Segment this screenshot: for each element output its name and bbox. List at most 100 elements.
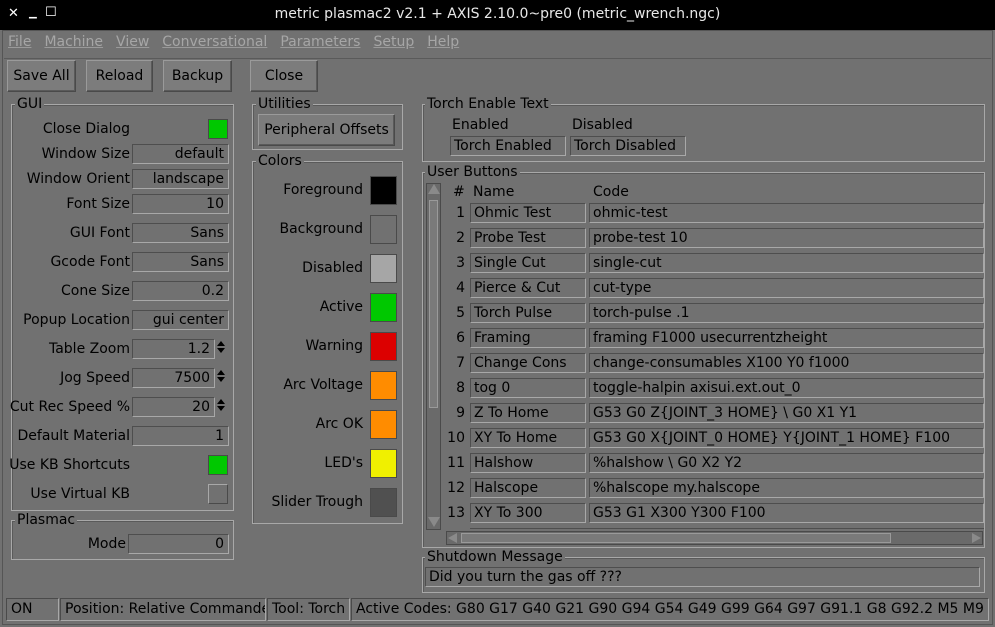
cone-size-field[interactable]: 0.2 bbox=[132, 281, 229, 301]
header-code: Code bbox=[593, 184, 629, 200]
gcode-font-field[interactable]: Sans bbox=[132, 252, 229, 272]
menu-setup[interactable]: Setup bbox=[373, 34, 414, 50]
button-code-field[interactable]: G53 G0 Z{JOINT_3 HOME} \ G0 X1 Y1 bbox=[589, 403, 984, 423]
menu-bar: File Machine View Conversational Parameters S… bbox=[8, 34, 472, 54]
button-name-field[interactable]: Framing bbox=[470, 328, 586, 348]
button-name-field[interactable]: Z To Home bbox=[470, 403, 586, 423]
button-code-field[interactable]: single-cut bbox=[589, 253, 984, 273]
button-name-field[interactable]: XY To Home bbox=[470, 428, 586, 448]
title-bar: ✕ ▁ ☐ metric plasmac2 v2.1 + AXIS 2.10.0… bbox=[0, 0, 995, 30]
color-swatch-arc-ok[interactable] bbox=[370, 410, 397, 439]
color-label-active: Active bbox=[319, 299, 363, 315]
scroll-up-icon[interactable] bbox=[428, 184, 440, 194]
button-code-field[interactable]: toggle-halpin axisui.ext.out_0 bbox=[589, 378, 984, 398]
button-name-field[interactable]: Torch Pulse bbox=[470, 303, 586, 323]
table-zoom-field[interactable]: 1.2 bbox=[132, 339, 215, 359]
scroll-right-icon[interactable] bbox=[972, 533, 981, 543]
vscroll-thumb[interactable] bbox=[429, 200, 438, 408]
shutdown-message-field[interactable]: Did you turn the gas off ??? bbox=[425, 567, 980, 587]
color-swatch-slider-trough[interactable] bbox=[370, 488, 397, 517]
button-name-field[interactable]: Probe Test bbox=[470, 228, 586, 248]
jog-speed-field[interactable]: 7500 bbox=[132, 368, 215, 388]
menu-help[interactable]: Help bbox=[427, 34, 459, 50]
window-title: metric plasmac2 v2.1 + AXIS 2.10.0~pre0 … bbox=[274, 6, 721, 22]
color-swatch-disabled[interactable] bbox=[370, 254, 397, 283]
color-label-arc-voltage: Arc Voltage bbox=[283, 377, 363, 393]
use-kb-shortcuts-checkbox[interactable] bbox=[208, 455, 228, 475]
cut-rec-speed-field[interactable]: 20 bbox=[132, 397, 215, 417]
row-number: 9 bbox=[456, 405, 465, 421]
menu-view[interactable]: View bbox=[116, 34, 149, 50]
reload-button[interactable]: Reload bbox=[86, 60, 153, 92]
button-code-field[interactable]: ohmic-test bbox=[589, 203, 984, 223]
button-code-field[interactable]: framing F1000 usecurrentzheight bbox=[589, 328, 984, 348]
button-name-field[interactable]: Halscope bbox=[470, 478, 586, 498]
button-name-field[interactable]: tog 0 bbox=[470, 378, 586, 398]
header-num: # bbox=[453, 184, 465, 200]
gcode-font-label: Gcode Font bbox=[50, 254, 130, 270]
button-name-field[interactable]: XY To 300 bbox=[470, 503, 586, 523]
button-code-field[interactable]: probe-test 10 bbox=[589, 228, 984, 248]
hscroll-thumb[interactable] bbox=[461, 533, 891, 543]
button-code-field[interactable]: G53 G0 X{JOINT_0 HOME} Y{JOINT_1 HOME} F… bbox=[589, 428, 984, 448]
close-dialog-label: Close Dialog bbox=[42, 121, 130, 137]
button-code-field[interactable]: %halscope my.halscope bbox=[589, 478, 984, 498]
enabled-header: Enabled bbox=[452, 117, 509, 133]
jog-speed-spinner[interactable] bbox=[216, 368, 226, 388]
color-label-foreground: Foreground bbox=[283, 182, 363, 198]
torch-disabled-field[interactable]: Torch Disabled bbox=[570, 136, 686, 156]
close-button[interactable]: Close bbox=[250, 60, 318, 92]
color-swatch-arc-voltage[interactable] bbox=[370, 371, 397, 400]
peripheral-offsets-button[interactable]: Peripheral Offsets bbox=[258, 114, 395, 146]
user-buttons-hscrollbar[interactable] bbox=[446, 531, 983, 545]
button-name-field[interactable]: Single Cut bbox=[470, 253, 586, 273]
menu-machine[interactable]: Machine bbox=[44, 34, 103, 50]
color-swatch-warning[interactable] bbox=[370, 332, 397, 361]
color-swatch-active[interactable] bbox=[370, 293, 397, 322]
button-code-field[interactable]: change-consumables X100 Y0 f1000 bbox=[589, 353, 984, 373]
torch-enabled-field[interactable]: Torch Enabled bbox=[450, 136, 566, 156]
table-zoom-label: Table Zoom bbox=[48, 341, 130, 357]
button-code-field[interactable]: torch-pulse .1 bbox=[589, 303, 984, 323]
plasmac-group-title: Plasmac bbox=[15, 512, 78, 528]
mode-field[interactable]: 0 bbox=[128, 534, 229, 554]
button-name-field[interactable]: Halshow bbox=[470, 453, 586, 473]
color-label-warning: Warning bbox=[305, 338, 363, 354]
scroll-left-icon[interactable] bbox=[448, 533, 457, 543]
torch-enable-group-title: Torch Enable Text bbox=[425, 96, 551, 112]
table-zoom-spinner[interactable] bbox=[216, 339, 226, 359]
menu-parameters[interactable]: Parameters bbox=[280, 34, 360, 50]
window-size-field[interactable]: default bbox=[132, 144, 229, 164]
backup-button[interactable]: Backup bbox=[163, 60, 232, 92]
row-number: 13 bbox=[447, 505, 465, 521]
color-swatch-foreground[interactable] bbox=[370, 176, 397, 205]
close-dialog-checkbox[interactable] bbox=[208, 119, 228, 139]
cut-rec-speed-spinner[interactable] bbox=[216, 397, 226, 417]
button-code-field[interactable]: cut-type bbox=[589, 278, 984, 298]
color-label-slider-trough: Slider Trough bbox=[271, 494, 363, 510]
default-material-field[interactable]: 1 bbox=[132, 426, 229, 446]
row-number: 11 bbox=[447, 455, 465, 471]
color-swatch-background[interactable] bbox=[370, 215, 397, 244]
menu-file[interactable]: File bbox=[8, 34, 31, 50]
color-swatch-leds[interactable] bbox=[370, 449, 397, 478]
cut-rec-speed-label: Cut Rec Speed % bbox=[9, 399, 130, 415]
save-all-button[interactable]: Save All bbox=[7, 60, 76, 92]
row-number: 7 bbox=[456, 355, 465, 371]
menu-conversational[interactable]: Conversational bbox=[162, 34, 267, 50]
cone-size-label: Cone Size bbox=[60, 283, 130, 299]
user-buttons-vscrollbar[interactable] bbox=[426, 183, 441, 530]
button-name-field[interactable]: Ohmic Test bbox=[470, 203, 586, 223]
font-size-field[interactable]: 10 bbox=[132, 194, 229, 214]
button-code-field[interactable]: G53 G1 X300 Y300 F100 bbox=[589, 503, 984, 523]
button-name-field[interactable]: Pierce & Cut bbox=[470, 278, 586, 298]
window-orient-field[interactable]: landscape bbox=[132, 169, 229, 189]
button-code-field[interactable]: %halshow \ G0 X2 Y2 bbox=[589, 453, 984, 473]
popup-location-field[interactable]: gui center bbox=[132, 310, 229, 330]
button-name-field[interactable]: Change Cons bbox=[470, 353, 586, 373]
row-number: 3 bbox=[456, 255, 465, 271]
active-codes: Active Codes: G80 G17 G40 G21 G90 G94 G5… bbox=[351, 598, 989, 621]
use-virtual-kb-checkbox[interactable] bbox=[208, 484, 228, 504]
gui-font-field[interactable]: Sans bbox=[132, 223, 229, 243]
scroll-down-icon[interactable] bbox=[428, 517, 440, 527]
